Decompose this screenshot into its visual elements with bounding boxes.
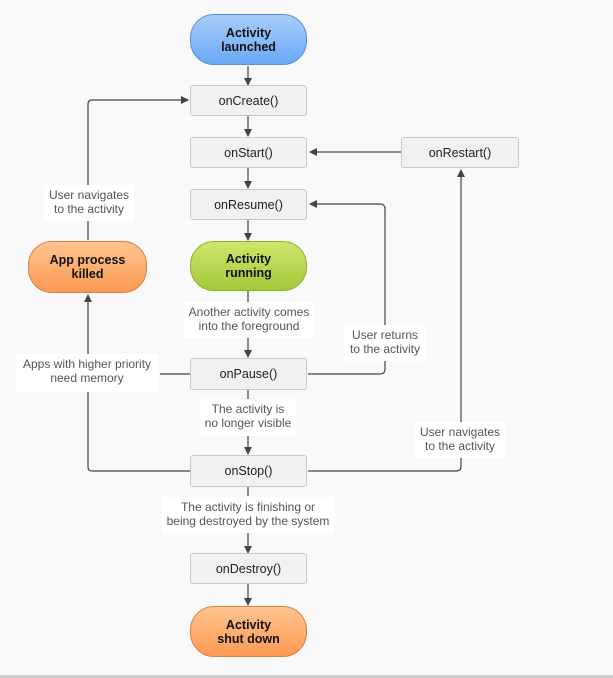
- label-user-navigates-left: User navigates to the activity: [44, 185, 134, 221]
- label-no-longer-visible: The activity is no longer visible: [200, 399, 296, 436]
- label-user-navigates-right: User navigates to the activity: [415, 422, 505, 458]
- callback-oncreate[interactable]: onCreate(): [190, 85, 307, 116]
- callback-onpause[interactable]: onPause(): [190, 358, 307, 390]
- callback-ondestroy[interactable]: onDestroy(): [190, 553, 307, 584]
- label-higher-priority-memory: Apps with higher priority need memory: [16, 354, 158, 392]
- callback-onresume[interactable]: onResume(): [190, 189, 307, 220]
- callback-onstart[interactable]: onStart(): [190, 137, 307, 168]
- label-finishing-destroyed: The activity is finishing or being destr…: [162, 497, 334, 533]
- state-activity-shut-down: Activity shut down: [190, 606, 307, 657]
- state-activity-running: Activity running: [190, 241, 307, 291]
- callback-onstop[interactable]: onStop(): [190, 455, 307, 487]
- label-another-activity-foreground: Another activity comes into the foregrou…: [184, 302, 314, 338]
- callback-onrestart[interactable]: onRestart(): [401, 137, 519, 168]
- state-activity-launched: Activity launched: [190, 14, 307, 65]
- state-app-process-killed: App process killed: [28, 241, 147, 293]
- label-user-returns: User returns to the activity: [344, 325, 426, 361]
